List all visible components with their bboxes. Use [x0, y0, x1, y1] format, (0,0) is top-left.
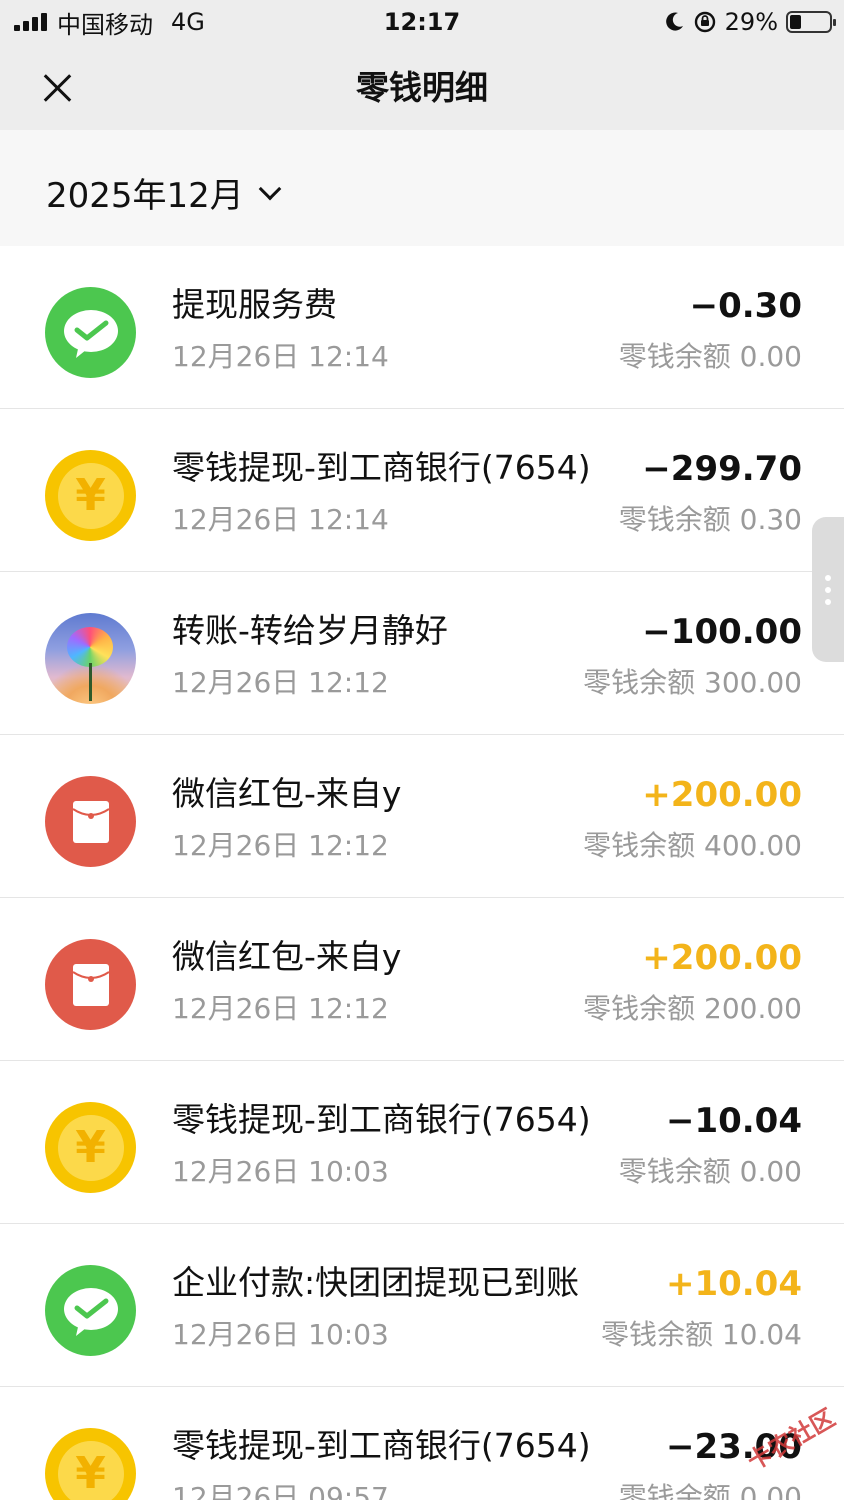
transaction-title: 微信红包-来自y	[172, 937, 402, 976]
month-selector[interactable]: 2025年12月	[46, 168, 282, 217]
transaction-time: 12月26日 12:14	[172, 340, 389, 373]
transaction-time: 12月26日 09:57	[172, 1481, 389, 1500]
side-drawer-handle[interactable]	[812, 517, 844, 662]
nav-bar: 零钱明细	[0, 44, 844, 130]
month-filter-bar: 2025年12月	[0, 130, 844, 246]
chevron-down-icon	[258, 177, 282, 200]
transaction-title: 零钱提现-到工商银行(7654)	[172, 1100, 591, 1139]
transaction-time: 12月26日 12:12	[172, 666, 389, 699]
transaction-amount: −0.30	[689, 286, 802, 326]
yuan-coin-icon: ¥	[45, 450, 136, 541]
transaction-row[interactable]: ¥ 零钱提现-到工商银行(7654) 12月26日 09:57 −23.00 零…	[0, 1387, 844, 1500]
battery-percentage: 29%	[724, 8, 778, 36]
transaction-time: 12月26日 12:14	[172, 503, 389, 536]
transaction-balance: 零钱余额 200.00	[583, 992, 802, 1025]
transaction-amount: −100.00	[642, 612, 802, 652]
battery-icon	[786, 11, 836, 33]
red-packet-icon	[45, 939, 136, 1030]
transaction-time: 12月26日 12:12	[172, 829, 389, 862]
transaction-amount: +10.04	[665, 1264, 802, 1304]
transaction-row[interactable]: 微信红包-来自y 12月26日 12:12 +200.00 零钱余额 400.0…	[0, 735, 844, 898]
transaction-balance: 零钱余额 0.00	[618, 340, 802, 373]
rotation-lock-icon	[694, 11, 715, 33]
transaction-balance: 零钱余额 10.04	[600, 1318, 802, 1351]
transaction-amount: −10.04	[665, 1101, 802, 1141]
yuan-coin-icon: ¥	[45, 1102, 136, 1193]
wechat-icon	[45, 1265, 136, 1356]
transaction-title: 零钱提现-到工商银行(7654)	[172, 1426, 591, 1465]
transaction-row[interactable]: 转账-转给岁月静好 12月26日 12:12 −100.00 零钱余额 300.…	[0, 572, 844, 735]
page-title: 零钱明细	[356, 68, 488, 107]
transaction-amount: +200.00	[642, 775, 802, 815]
transaction-balance: 零钱余额 0.00	[618, 1155, 802, 1188]
transaction-balance: 零钱余额 400.00	[583, 829, 802, 862]
transaction-balance: 零钱余额 300.00	[583, 666, 802, 699]
transaction-row[interactable]: ¥ 零钱提现-到工商银行(7654) 12月26日 12:14 −299.70 …	[0, 409, 844, 572]
yuan-coin-icon: ¥	[45, 1428, 136, 1500]
moon-icon	[665, 12, 683, 31]
transaction-title: 微信红包-来自y	[172, 774, 402, 813]
month-label: 2025年12月	[46, 176, 244, 216]
transaction-row[interactable]: 企业付款:快团团提现已到账 12月26日 10:03 +10.04 零钱余额 1…	[0, 1224, 844, 1387]
transaction-list: 提现服务费 12月26日 12:14 −0.30 零钱余额 0.00 ¥ 零钱提…	[0, 246, 844, 1500]
transaction-amount: +200.00	[642, 938, 802, 978]
transaction-title: 转账-转给岁月静好	[172, 611, 448, 650]
transaction-title: 零钱提现-到工商银行(7654)	[172, 448, 591, 487]
contact-avatar	[45, 613, 136, 704]
transaction-title: 提现服务费	[172, 285, 337, 324]
transaction-balance: 零钱余额 0.00	[618, 1481, 802, 1500]
wechat-icon	[45, 287, 136, 378]
transaction-row[interactable]: 提现服务费 12月26日 12:14 −0.30 零钱余额 0.00	[0, 246, 844, 409]
transaction-title: 企业付款:快团团提现已到账	[172, 1263, 580, 1302]
red-packet-icon	[45, 776, 136, 867]
transaction-amount: −299.70	[642, 449, 802, 489]
transaction-time: 12月26日 10:03	[172, 1318, 389, 1351]
transaction-row[interactable]: ¥ 零钱提现-到工商银行(7654) 12月26日 10:03 −10.04 零…	[0, 1061, 844, 1224]
status-bar: 中国移动 4G 12:17 29%	[0, 0, 844, 44]
status-right: 29%	[663, 6, 836, 38]
transaction-time: 12月26日 12:12	[172, 992, 389, 1025]
transaction-balance: 零钱余额 0.30	[618, 503, 802, 536]
transaction-time: 12月26日 10:03	[172, 1155, 389, 1188]
transaction-row[interactable]: 微信红包-来自y 12月26日 12:12 +200.00 零钱余额 200.0…	[0, 898, 844, 1061]
